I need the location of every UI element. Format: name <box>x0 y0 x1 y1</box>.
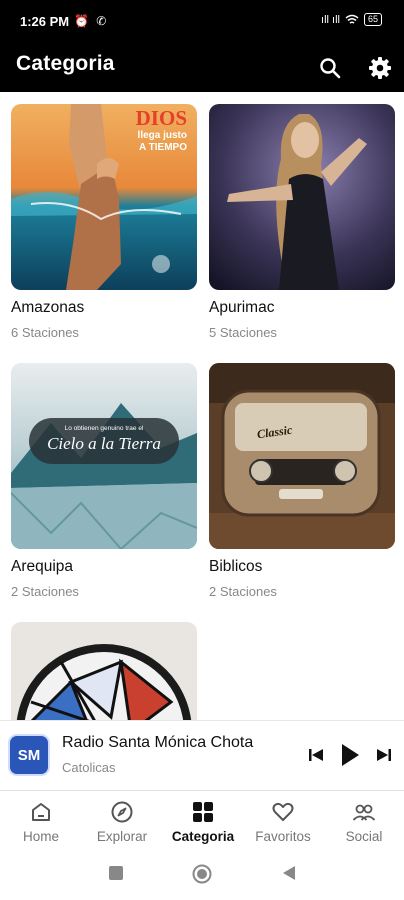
category-title: Biblicos <box>209 558 263 575</box>
category-image-amazonas: DIOS llega justo A TIEMPO <box>11 104 197 290</box>
play-icon <box>342 744 359 766</box>
heart-icon <box>272 802 294 821</box>
category-card-arequipa[interactable]: Lo obtienen genuino trae el Cielo a la T… <box>11 363 197 599</box>
home-system-button[interactable] <box>192 864 212 889</box>
app-bar: Categoria <box>0 44 404 92</box>
stained-glass-image <box>11 622 197 720</box>
category-image-stained-glass <box>11 622 197 720</box>
category-card-apurimac[interactable]: Apurimac 5 Staciones <box>209 104 395 340</box>
category-station-count: 2 Staciones <box>11 584 79 599</box>
recents-button[interactable] <box>108 865 124 886</box>
search-icon <box>320 58 341 79</box>
bottom-navigation: Home Explorar Categoria Favoritos Social <box>0 790 404 851</box>
category-grid: DIOS llega justo A TIEMPO Amazonas 6 Sta… <box>0 92 404 720</box>
category-card-amazonas[interactable]: DIOS llega justo A TIEMPO Amazonas 6 Sta… <box>11 104 197 340</box>
previous-button[interactable] <box>306 741 326 769</box>
settings-button[interactable] <box>366 54 394 82</box>
image-subtitle-text: llega justo A TIEMPO <box>137 130 187 153</box>
category-image-arequipa: Lo obtienen genuino trae el Cielo a la T… <box>11 363 197 549</box>
nav-label: Explorar <box>96 829 148 844</box>
skip-previous-icon <box>309 749 323 761</box>
search-button[interactable] <box>316 54 344 82</box>
circle-icon <box>192 864 212 884</box>
gear-icon <box>369 57 391 79</box>
category-card-5[interactable] <box>11 622 197 720</box>
category-station-count: 6 Staciones <box>11 325 79 340</box>
wifi-icon <box>345 14 359 24</box>
play-button[interactable] <box>340 741 360 769</box>
nav-explorar[interactable]: Explorar <box>82 791 162 851</box>
skip-next-icon <box>377 749 391 761</box>
category-title: Apurimac <box>209 299 275 316</box>
category-title: Amazonas <box>11 299 85 316</box>
system-navigation <box>0 850 404 900</box>
image-banner: Lo obtienen genuino trae el Cielo a la T… <box>29 418 179 464</box>
back-triangle-icon <box>283 866 295 880</box>
next-button[interactable] <box>374 741 394 769</box>
category-station-count: 5 Staciones <box>209 325 277 340</box>
nav-categoria[interactable]: Categoria <box>163 791 243 851</box>
page-title: Categoria <box>16 52 115 75</box>
nav-social[interactable]: Social <box>324 791 404 851</box>
nav-favoritos[interactable]: Favoritos <box>243 791 323 851</box>
nav-home[interactable]: Home <box>1 791 81 851</box>
category-image-biblicos: Classic <box>209 363 395 549</box>
vintage-radio-image <box>209 363 395 549</box>
banner-subtext: Lo obtienen genuino trae el <box>64 425 144 432</box>
now-playing-bar[interactable]: SM Radio Santa Mónica Chota Catolicas <box>0 720 404 791</box>
station-title: Radio Santa Mónica Chota <box>62 734 254 751</box>
nav-label: Social <box>345 829 383 844</box>
grid-icon <box>193 802 213 822</box>
singer-image <box>209 104 395 290</box>
nav-label: Favoritos <box>255 829 311 844</box>
battery-icon: 65 <box>363 13 382 26</box>
station-category: Catolicas <box>62 760 116 775</box>
status-bar: 1:26 PM ⏰ ✆ ıll ıll 65 <box>0 0 404 44</box>
nav-label: Home <box>22 829 59 844</box>
compass-icon <box>111 801 133 823</box>
back-button[interactable] <box>282 865 296 886</box>
category-title: Arequipa <box>11 558 74 575</box>
banner-title: Cielo a la Tierra <box>47 434 161 453</box>
player-controls <box>306 741 394 769</box>
people-icon <box>352 804 376 821</box>
category-card-biblicos[interactable]: Classic Biblicos 2 Staciones <box>209 363 395 599</box>
signal-icon: ıll ıll <box>321 13 340 26</box>
image-title-text: DIOS <box>135 106 187 130</box>
category-station-count: 2 Staciones <box>209 584 277 599</box>
home-icon <box>32 803 50 821</box>
square-icon <box>109 866 123 880</box>
nav-label: Categoria <box>171 829 235 844</box>
status-right: ıll ıll 65 <box>321 13 382 26</box>
status-extras: ⏰ ✆ <box>74 14 109 28</box>
status-time: 1:26 PM <box>20 14 70 29</box>
category-image-apurimac <box>209 104 395 290</box>
station-logo: SM <box>8 734 50 776</box>
